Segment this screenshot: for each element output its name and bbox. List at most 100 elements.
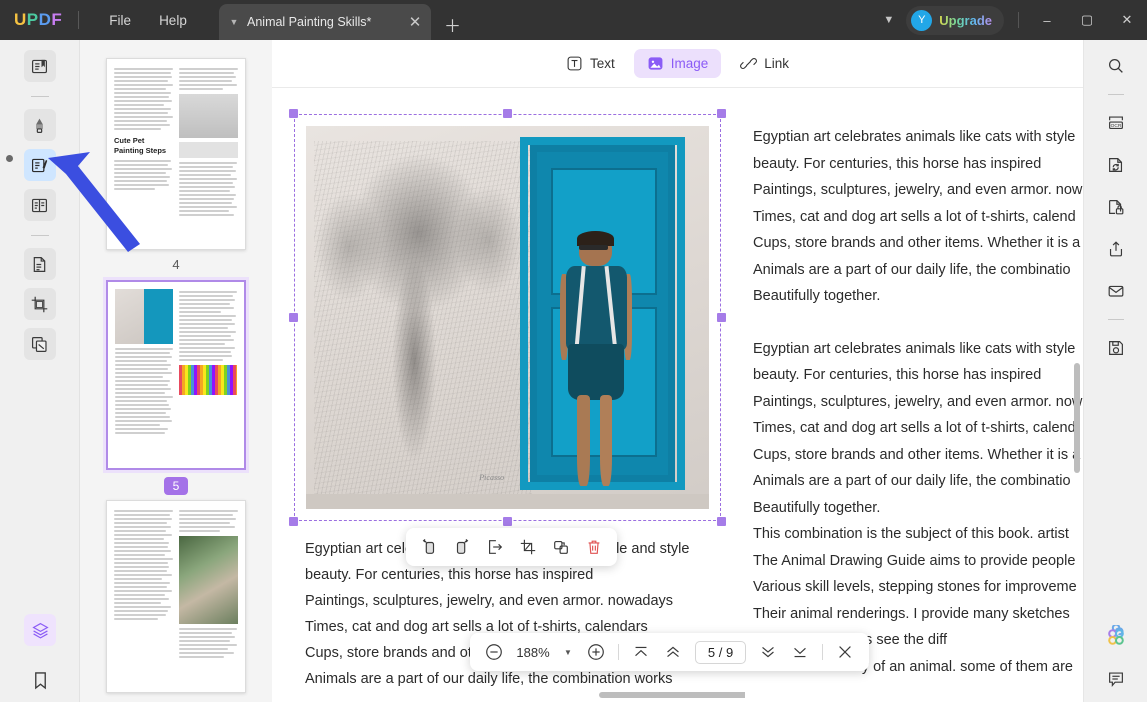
chevron-down-icon[interactable]: ▼ — [558, 648, 578, 657]
resize-handle-top-right[interactable] — [717, 109, 726, 118]
image-context-toolbar[interactable] — [406, 528, 617, 566]
sidebar-item-ocr[interactable] — [24, 248, 56, 280]
delete-image-button[interactable] — [579, 533, 609, 561]
bookmark-panel-button[interactable] — [24, 664, 56, 696]
tab-link[interactable]: Link — [727, 49, 802, 78]
maximize-button[interactable]: ▢ — [1067, 0, 1107, 40]
next-page-button[interactable] — [754, 638, 782, 666]
upgrade-label: Upgrade — [939, 13, 992, 28]
document-tab-title: Animal Painting Skills* — [247, 15, 401, 29]
email-button[interactable] — [1100, 275, 1132, 307]
toolbar-divider-2 — [822, 644, 823, 660]
right-toolbar-bottom — [1084, 622, 1147, 694]
document-text-right-column[interactable]: Egyptian art celebrates animals like cat… — [745, 88, 1083, 702]
resize-handle-top-center[interactable] — [503, 109, 512, 118]
zoom-in-button[interactable] — [582, 638, 610, 666]
resize-handle-middle-right[interactable] — [717, 313, 726, 322]
rotate-right-button[interactable] — [447, 533, 477, 561]
sidebar-item-edit-pdf[interactable] — [24, 149, 56, 181]
layers-icon — [31, 621, 50, 640]
replace-icon — [552, 538, 570, 556]
menu-help[interactable]: Help — [145, 8, 201, 33]
zoom-out-button[interactable] — [480, 638, 508, 666]
first-page-button[interactable] — [627, 638, 655, 666]
share-button[interactable] — [1100, 233, 1132, 265]
lock-document-icon — [1106, 197, 1126, 217]
document-line: Their animal renderings. I provide many … — [753, 601, 1083, 628]
document-line: Animals are a part of our daily life, th… — [753, 468, 1083, 495]
resize-handle-top-left[interactable] — [289, 109, 298, 118]
sidebar-item-annotate[interactable] — [24, 109, 56, 141]
page-indicator[interactable]: 5 / 9 — [695, 641, 746, 664]
search-button[interactable] — [1100, 50, 1132, 82]
selected-image-object[interactable]: Picasso — [294, 114, 721, 521]
resize-handle-bottom-left[interactable] — [289, 517, 298, 526]
thumbnail-panel[interactable]: Cute Pet Painting Steps — [80, 40, 272, 702]
logo-letter-u: U — [14, 10, 27, 30]
resize-handle-bottom-center[interactable] — [503, 517, 512, 526]
sidebar-item-crop-page[interactable] — [24, 288, 56, 320]
minimize-button[interactable]: – — [1027, 0, 1067, 40]
leg-right — [600, 395, 612, 486]
toolbar-divider — [31, 96, 49, 97]
convert-button[interactable] — [1100, 149, 1132, 181]
rotate-left-button[interactable] — [414, 533, 444, 561]
close-icon[interactable]: ✕ — [407, 15, 423, 30]
menu-file[interactable]: File — [95, 8, 145, 33]
prev-page-button[interactable] — [659, 638, 687, 666]
document-line: Paintings, sculptures, jewelry, and even… — [753, 389, 1083, 416]
window-close-button[interactable]: ✕ — [1107, 0, 1147, 40]
sidebar-item-form[interactable] — [24, 189, 56, 221]
book-reader-icon — [30, 57, 49, 76]
ocr-button[interactable]: OCR — [1100, 107, 1132, 139]
sidebar-item-organize[interactable] — [24, 328, 56, 360]
replace-image-button[interactable] — [546, 533, 576, 561]
extract-image-button[interactable] — [480, 533, 510, 561]
toolbar-divider — [1108, 94, 1124, 95]
close-page-toolbar-button[interactable] — [831, 638, 859, 666]
image-icon — [647, 55, 664, 72]
save-disk-icon — [1106, 338, 1126, 358]
layers-panel-button[interactable] — [24, 614, 56, 646]
export-icon — [486, 538, 504, 556]
protect-button[interactable] — [1100, 191, 1132, 223]
tab-text-label: Text — [590, 56, 615, 71]
crop-icon — [519, 538, 537, 556]
titlebar-right-group: ▼ Y Upgrade – ▢ ✕ — [871, 0, 1147, 40]
resize-handle-bottom-right[interactable] — [717, 517, 726, 526]
document-line: Cups, store brands and other items. Whet… — [753, 442, 1083, 469]
chevron-down-icon[interactable]: ▼ — [227, 17, 241, 27]
page-navigation-toolbar[interactable]: 188% ▼ 5 / 9 — [470, 633, 869, 671]
comment-button[interactable] — [1101, 664, 1131, 694]
thumbnail-heading: Cute Pet Painting Steps — [114, 136, 173, 156]
left-toolbar — [0, 40, 80, 702]
ai-assistant-button[interactable] — [1101, 622, 1131, 652]
resize-handle-middle-left[interactable] — [289, 313, 298, 322]
crop-image-button[interactable] — [513, 533, 543, 561]
ai-flower-icon — [1104, 625, 1128, 649]
thumbnail-page-5[interactable]: 5 — [80, 280, 272, 495]
hair — [577, 231, 613, 246]
tab-text[interactable]: Text — [553, 49, 628, 78]
shorts — [568, 344, 625, 400]
thumbnail-page-4[interactable]: Cute Pet Painting Steps — [80, 58, 272, 272]
zoom-level-label[interactable]: 188% — [512, 645, 554, 660]
chevron-down-icon[interactable]: ▼ — [871, 14, 906, 26]
document-line: Animals are a part of our daily life, th… — [753, 257, 1083, 284]
sidebar-item-reader[interactable] — [24, 50, 56, 82]
vertical-scrollbar[interactable] — [1074, 363, 1080, 473]
title-bar: U P D F File Help ▼ Animal Painting Skil… — [0, 0, 1147, 40]
save-button[interactable] — [1100, 332, 1132, 364]
text-box-icon — [566, 55, 583, 72]
titlebar-divider — [78, 11, 79, 29]
thumbnail-page-6[interactable]: 6 — [80, 500, 272, 702]
tab-image[interactable]: Image — [634, 49, 722, 78]
last-page-button[interactable] — [786, 638, 814, 666]
tab-link-label: Link — [764, 56, 789, 71]
document-line: Various skill levels, stepping stones fo… — [753, 574, 1083, 601]
upgrade-button[interactable]: Y Upgrade — [906, 6, 1004, 35]
plus-icon[interactable]: ＋ — [444, 12, 461, 37]
close-icon — [836, 643, 854, 661]
toolbar-divider-2 — [1108, 319, 1124, 320]
document-tab[interactable]: ▼ Animal Painting Skills* ✕ — [219, 4, 431, 40]
